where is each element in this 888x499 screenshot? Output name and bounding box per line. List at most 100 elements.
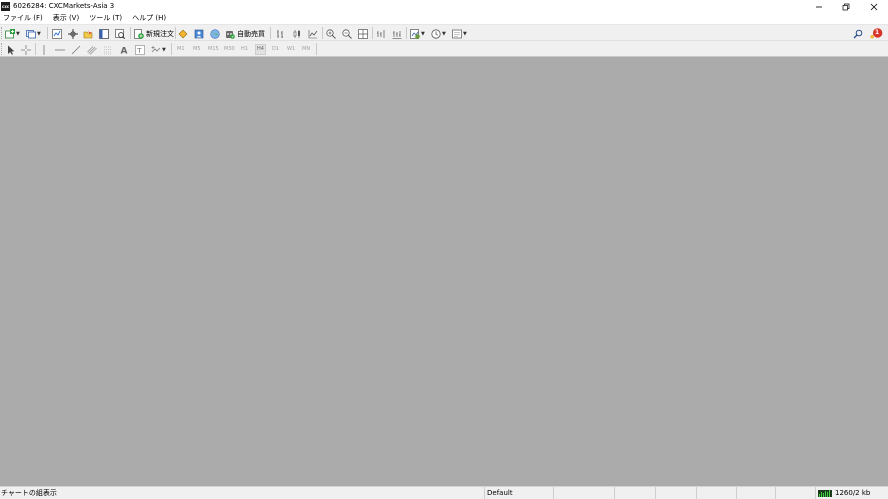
templates-button[interactable]: ▼ bbox=[452, 28, 467, 39]
status-cell-empty bbox=[696, 487, 699, 499]
candlestick-button[interactable] bbox=[292, 28, 302, 39]
new-order-button[interactable]: 新規注文 bbox=[134, 28, 174, 39]
horizontal-line-button[interactable] bbox=[55, 44, 65, 55]
toolbar-grip[interactable] bbox=[1, 27, 3, 39]
timeframe-mn[interactable]: MN bbox=[302, 45, 310, 54]
chart-shift-icon bbox=[377, 29, 385, 38]
auto-trading-icon bbox=[226, 30, 235, 39]
cursor-icon bbox=[8, 45, 15, 55]
separator bbox=[316, 43, 317, 55]
periods-button[interactable]: ▼ bbox=[431, 28, 446, 39]
timeframe-w1[interactable]: W1 bbox=[287, 45, 295, 54]
connection-status[interactable]: 1260/2 kb bbox=[815, 487, 870, 499]
trendline-button[interactable] bbox=[71, 44, 81, 55]
search-button[interactable] bbox=[853, 28, 863, 39]
timeframe-m5[interactable]: M5 bbox=[193, 45, 201, 54]
templates-icon bbox=[452, 29, 462, 38]
crosshair-button[interactable] bbox=[21, 44, 31, 55]
tile-windows-button[interactable] bbox=[358, 28, 368, 39]
timeframe-m30[interactable]: M30 bbox=[224, 45, 235, 54]
notifications-button[interactable]: 1 bbox=[869, 28, 883, 39]
minimize-button[interactable] bbox=[805, 0, 833, 13]
horizontal-line-icon bbox=[55, 49, 65, 50]
window-title: 6026284: CXCMarkets-Asia 3 bbox=[13, 2, 115, 10]
channel-button[interactable] bbox=[87, 44, 97, 55]
separator bbox=[372, 27, 373, 39]
menu-help[interactable]: ヘルプ (H) bbox=[132, 13, 166, 24]
bar-chart-icon bbox=[277, 29, 283, 38]
zoom-out-button[interactable] bbox=[342, 28, 352, 39]
line-chart-button[interactable] bbox=[308, 28, 318, 39]
metaeditor-icon bbox=[178, 29, 188, 38]
new-order-label: 新規注文 bbox=[146, 29, 174, 38]
tile-windows-icon bbox=[358, 28, 368, 39]
strategy-tester-icon bbox=[115, 28, 125, 39]
profiles-button[interactable]: ▼ bbox=[26, 28, 41, 39]
line-studies-toolbar: A T ▼ M1 M5 M15 M30 H1 H4 D1 W1 MN bbox=[0, 41, 888, 57]
toolbar-grip[interactable] bbox=[1, 43, 3, 55]
menu-view[interactable]: 表示 (V) bbox=[53, 13, 79, 24]
auto-scroll-icon bbox=[392, 30, 402, 39]
timeframe-m1[interactable]: M1 bbox=[177, 45, 185, 54]
svg-text:T: T bbox=[136, 47, 142, 55]
zoom-in-button[interactable] bbox=[326, 28, 336, 39]
data-window-button[interactable] bbox=[68, 28, 78, 39]
auto-scroll-button[interactable] bbox=[392, 28, 402, 39]
mt4-icon[interactable]: cxc bbox=[1, 2, 10, 11]
timeframe-m15[interactable]: M15 bbox=[208, 45, 219, 54]
timeframe-h4[interactable]: H4 bbox=[255, 44, 266, 55]
terminal-button[interactable] bbox=[99, 28, 109, 39]
text-button[interactable]: A bbox=[119, 44, 129, 55]
bar-chart-button[interactable] bbox=[276, 28, 286, 39]
line-chart-icon bbox=[308, 29, 318, 38]
terminal-icon bbox=[99, 28, 109, 39]
vertical-line-button[interactable] bbox=[39, 44, 49, 55]
zoom-out-icon bbox=[342, 28, 352, 39]
profiles-icon bbox=[26, 29, 36, 38]
market-button[interactable] bbox=[210, 28, 220, 39]
arrows-icon bbox=[151, 45, 161, 52]
minimize-icon bbox=[816, 6, 822, 7]
auto-trading-label: 自動売買 bbox=[237, 29, 265, 38]
text-label-icon: T bbox=[135, 44, 145, 55]
chevron-down-icon: ▼ bbox=[463, 30, 467, 37]
profile-name: Default bbox=[484, 487, 513, 499]
arrows-button[interactable]: ▼ bbox=[151, 44, 166, 55]
restore-icon bbox=[842, 3, 850, 10]
auto-trading-button[interactable]: 自動売買 bbox=[225, 28, 265, 39]
cursor-button[interactable] bbox=[6, 44, 16, 55]
chart-workspace[interactable] bbox=[0, 57, 888, 486]
signals-button[interactable] bbox=[194, 28, 204, 39]
channel-icon bbox=[87, 45, 97, 55]
restore-button[interactable] bbox=[832, 0, 860, 13]
status-text: チャートの組表示 bbox=[1, 489, 57, 497]
clock-icon bbox=[431, 28, 441, 39]
fibonacci-button[interactable] bbox=[103, 44, 113, 55]
market-watch-button[interactable] bbox=[52, 28, 62, 39]
timeframe-h1[interactable]: H1 bbox=[241, 45, 248, 54]
text-label-button[interactable]: T bbox=[135, 44, 145, 55]
close-button[interactable] bbox=[860, 0, 888, 13]
chevron-down-icon: ▼ bbox=[442, 30, 446, 37]
close-icon bbox=[870, 3, 878, 10]
indicators-button[interactable]: ▼ bbox=[410, 28, 425, 39]
separator bbox=[130, 27, 131, 39]
separator bbox=[47, 27, 48, 39]
chart-shift-button[interactable] bbox=[376, 28, 386, 39]
standard-toolbar: ▼ ▼ 新規注文 自動売買 ▼ ▼ ▼ 1 bbox=[0, 25, 888, 41]
menu-file[interactable]: ファイル (F) bbox=[3, 13, 43, 24]
trendline-icon bbox=[71, 45, 81, 54]
navigator-button[interactable] bbox=[83, 28, 93, 39]
candlestick-icon bbox=[293, 29, 300, 38]
menu-bar: ファイル (F) 表示 (V) ツール (T) ヘルプ (H) bbox=[0, 13, 888, 25]
timeframe-d1[interactable]: D1 bbox=[272, 45, 279, 54]
new-chart-button[interactable]: ▼ bbox=[5, 28, 20, 39]
metaeditor-button[interactable] bbox=[178, 28, 188, 39]
separator bbox=[270, 27, 271, 39]
menu-tools[interactable]: ツール (T) bbox=[89, 13, 122, 24]
traffic-text: 1260/2 kb bbox=[835, 489, 871, 497]
fibonacci-icon bbox=[104, 46, 112, 54]
indicators-icon bbox=[410, 28, 420, 39]
new-chart-icon bbox=[5, 28, 15, 38]
strategy-tester-button[interactable] bbox=[115, 28, 125, 39]
